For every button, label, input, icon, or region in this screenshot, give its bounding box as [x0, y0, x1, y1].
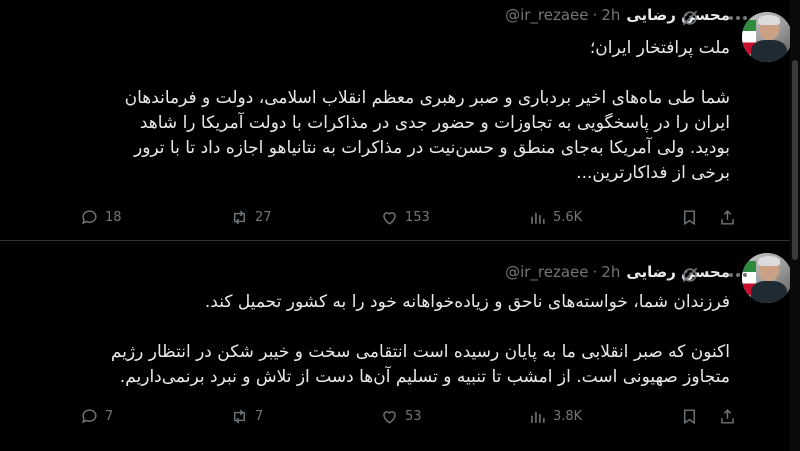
- tweet-paragraph: ملت پرافتخار ایران؛: [589, 38, 730, 58]
- share-button[interactable]: [718, 208, 737, 227]
- like-button[interactable]: 53: [380, 407, 422, 426]
- author-name[interactable]: محسن رضایی: [626, 6, 730, 24]
- like-count: 153: [405, 210, 430, 225]
- like-button[interactable]: 153: [380, 208, 430, 227]
- more-icon[interactable]: [724, 265, 752, 285]
- reply-count: 7: [105, 409, 114, 424]
- action-bar: 18 27 153 5.6K: [80, 208, 740, 230]
- grok-icon[interactable]: [680, 8, 700, 28]
- separator: ·: [592, 263, 598, 281]
- repost-count: 7: [255, 409, 264, 424]
- share-icon: [721, 210, 734, 225]
- repost-button[interactable]: 7: [230, 407, 263, 426]
- author-meta: @ir_rezaee · 2h: [505, 263, 620, 281]
- repost-button[interactable]: 27: [230, 208, 272, 227]
- heart-icon: [383, 212, 396, 225]
- author-handle[interactable]: @ir_rezaee: [505, 6, 588, 24]
- view-count: 3.8K: [553, 409, 583, 424]
- author-name[interactable]: محسن رضایی: [626, 263, 730, 281]
- view-count: 5.6K: [553, 210, 583, 225]
- action-bar: 7 7 53 3.8K: [80, 407, 740, 429]
- reply-icon: [82, 210, 97, 225]
- reply-count: 18: [105, 210, 122, 225]
- scrollbar[interactable]: [790, 0, 800, 451]
- repost-count: 27: [255, 210, 272, 225]
- share-button[interactable]: [718, 407, 737, 426]
- share-icon: [721, 409, 734, 424]
- tweet-paragraph: فرزندان شما، خواسته‌های ناحق و زیاده‌خوا…: [204, 292, 730, 312]
- scrollbar-thumb[interactable]: [792, 60, 798, 260]
- author-handle[interactable]: @ir_rezaee: [505, 263, 588, 281]
- views-icon: [531, 411, 545, 423]
- repost-icon: [234, 409, 245, 424]
- separator: ·: [592, 6, 598, 24]
- tweet[interactable]: محسن رضایی @ir_rezaee · 2h ملت پرافتخار …: [0, 0, 800, 241]
- timestamp[interactable]: 2h: [601, 6, 620, 24]
- repost-icon: [234, 210, 245, 225]
- tweet-text: فرزندان شما، خواسته‌های ناحق و زیاده‌خوا…: [110, 290, 730, 390]
- bookmark-icon: [684, 210, 695, 226]
- views-button[interactable]: 5.6K: [528, 208, 582, 227]
- bookmark-button[interactable]: [680, 407, 699, 426]
- tweet-text: ملت پرافتخار ایران؛ شما طی ماه‌های اخیر …: [110, 36, 730, 186]
- author-meta: @ir_rezaee · 2h: [505, 6, 620, 24]
- bookmark-button[interactable]: [680, 208, 699, 227]
- reply-button[interactable]: 18: [80, 208, 122, 227]
- more-icon[interactable]: [724, 8, 752, 28]
- views-button[interactable]: 3.8K: [528, 407, 582, 426]
- heart-icon: [383, 411, 396, 424]
- grok-icon[interactable]: [680, 265, 700, 285]
- like-count: 53: [405, 409, 422, 424]
- reply-button[interactable]: 7: [80, 407, 113, 426]
- tweet-paragraph: اکنون که صبر انقلابی ما به پایان رسیده ا…: [110, 342, 730, 387]
- tweet-paragraph: شما طی ماه‌های اخیر بردباری و صبر رهبری …: [124, 88, 730, 183]
- timestamp[interactable]: 2h: [601, 263, 620, 281]
- reply-icon: [82, 409, 97, 424]
- bookmark-icon: [684, 409, 695, 425]
- tweet[interactable]: محسن رضایی @ir_rezaee · 2h فرزندان شما، …: [0, 241, 800, 451]
- views-icon: [531, 212, 545, 224]
